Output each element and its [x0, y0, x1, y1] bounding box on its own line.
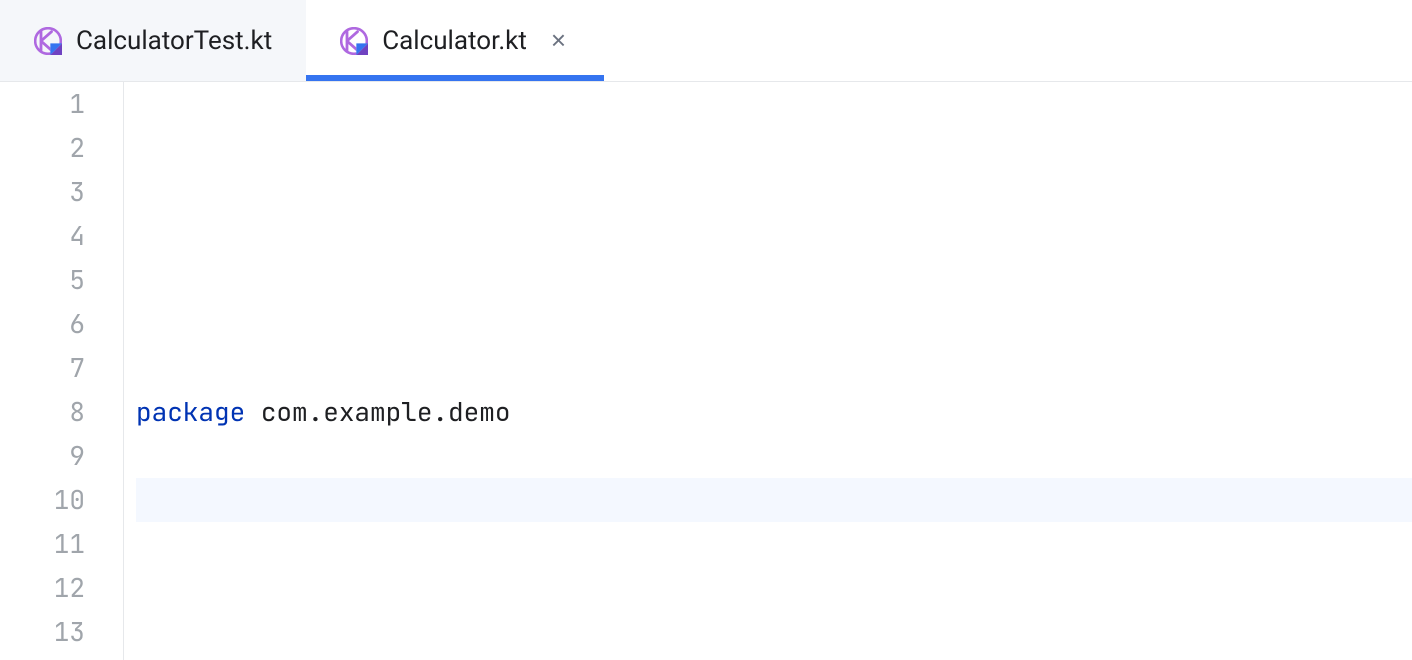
line-number: 4	[0, 214, 85, 258]
line-number: 7	[0, 346, 85, 390]
line-number: 13	[0, 610, 85, 654]
code-body[interactable]: package com.example.demo class Calculato…	[124, 82, 1412, 660]
code-line	[136, 566, 1412, 610]
code-line: package com.example.demo	[136, 390, 1412, 434]
code-editor[interactable]: 1 2 3 4 5 6 7 8 9 10 11 12 13 package co…	[0, 82, 1412, 660]
line-number: 1	[0, 82, 85, 126]
tab-bar: CalculatorTest.kt Calculator.kt ×	[0, 0, 1412, 82]
line-number: 3	[0, 170, 85, 214]
line-number: 8	[0, 390, 85, 434]
kotlin-class-icon	[340, 27, 368, 55]
kotlin-class-icon	[34, 27, 62, 55]
line-number: 2	[0, 126, 85, 170]
current-line-highlight	[136, 478, 1412, 522]
line-number: 12	[0, 566, 85, 610]
tab-calculator[interactable]: Calculator.kt ×	[306, 0, 604, 81]
close-icon[interactable]: ×	[547, 25, 570, 56]
tab-label: CalculatorTest.kt	[76, 26, 272, 56]
gutter: 1 2 3 4 5 6 7 8 9 10 11 12 13	[0, 82, 124, 660]
line-number: 9	[0, 434, 85, 478]
line-number: 10	[0, 478, 85, 522]
line-number: 6	[0, 302, 85, 346]
line-number: 5	[0, 258, 85, 302]
line-number: 11	[0, 522, 85, 566]
tab-label: Calculator.kt	[382, 26, 527, 56]
tab-calculator-test[interactable]: CalculatorTest.kt	[0, 0, 306, 81]
